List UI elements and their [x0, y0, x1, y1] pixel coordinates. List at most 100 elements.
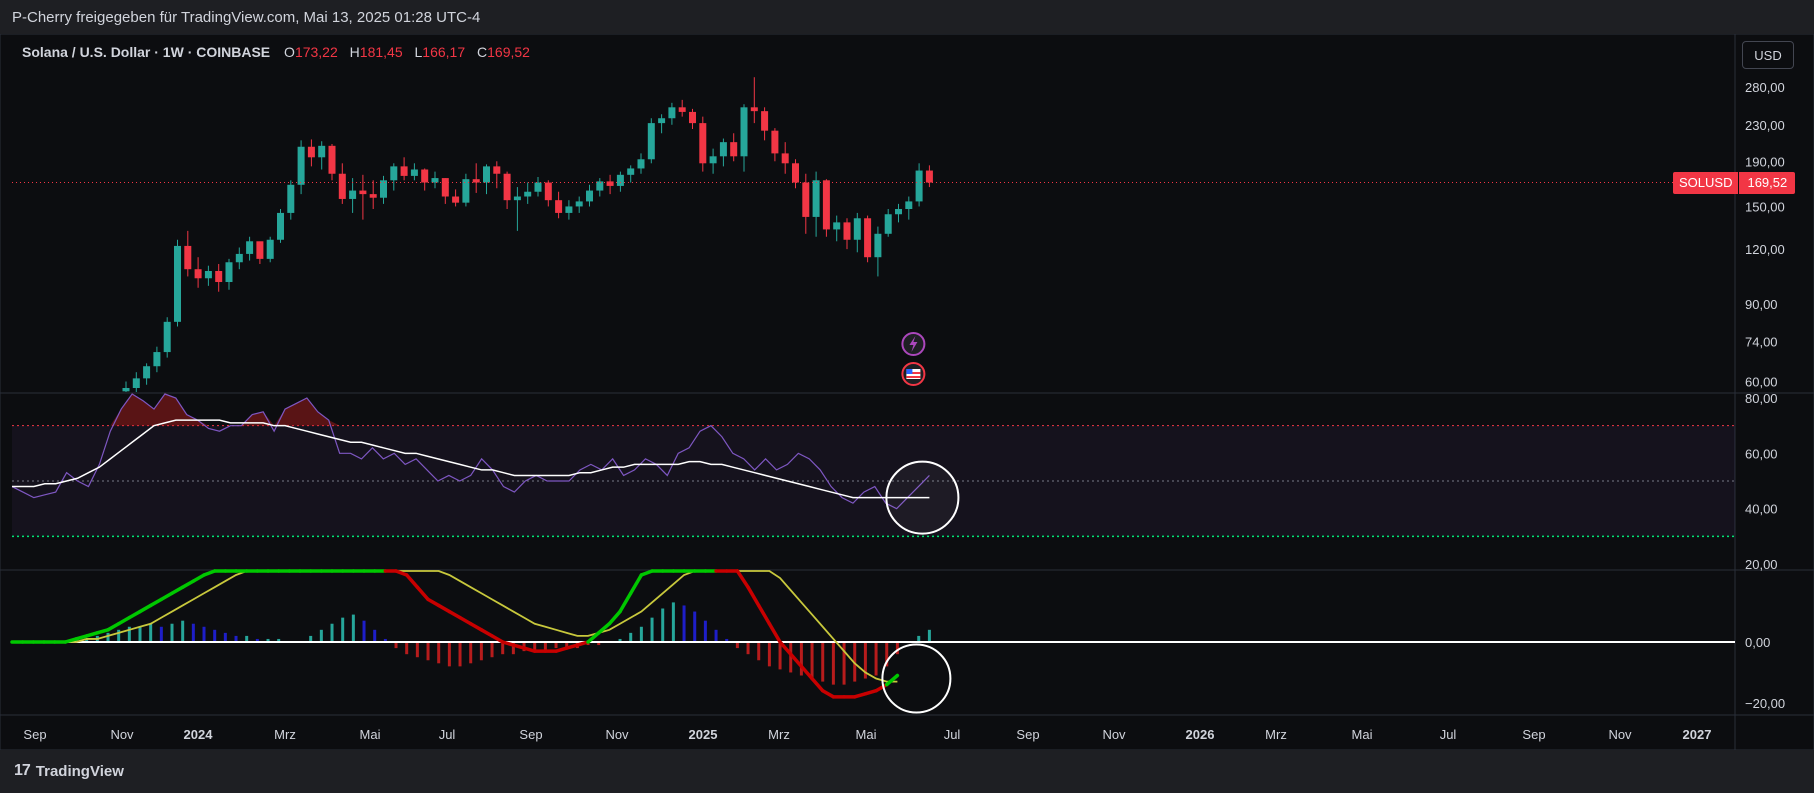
price-tag-symbol: SOLUSD — [1673, 171, 1739, 194]
macd-histogram-bar — [842, 642, 846, 685]
macd-histogram-bar — [682, 605, 686, 642]
macd-histogram-bar — [895, 642, 899, 655]
candle-body — [441, 178, 449, 197]
macd-histogram-bar — [767, 642, 771, 667]
macd-histogram-bar — [351, 614, 355, 642]
candle-body — [349, 190, 357, 199]
candle-body — [297, 146, 305, 185]
candle-body — [194, 269, 202, 279]
close-label: C — [477, 44, 488, 60]
macd-histogram-bar — [650, 617, 654, 642]
candle-body — [833, 222, 841, 230]
macd-histogram-bar — [810, 642, 814, 679]
macd-histogram-bar — [821, 642, 825, 682]
price-axis-tick: 190,00 — [1745, 154, 1785, 169]
candle-body — [689, 111, 696, 124]
time-axis-label: Nov — [1102, 727, 1126, 742]
rsi-axis-tick: 40,00 — [1745, 502, 1778, 517]
candle-body — [586, 190, 593, 202]
candle-body — [215, 270, 223, 283]
flag-icon-canton — [906, 369, 913, 374]
candle-body — [421, 169, 429, 183]
candle-body — [359, 190, 367, 195]
candle-body — [534, 182, 542, 192]
tradingview-brand-text: TradingView — [35, 762, 124, 780]
macd-histogram-bar — [159, 626, 163, 642]
candle-body — [544, 182, 552, 201]
candle-body — [400, 166, 408, 176]
currency-button[interactable]: USD — [1742, 41, 1794, 69]
macd-histogram-bar — [437, 642, 441, 664]
candle-body — [616, 174, 624, 186]
macd-histogram-bar — [831, 642, 835, 685]
macd-histogram-bar — [757, 642, 761, 661]
symbol-title[interactable]: Solana / U.S. Dollar · 1W · COINBASE — [22, 44, 270, 60]
candle-body — [719, 142, 727, 157]
time-axis-label: Nov — [110, 727, 134, 742]
macd-histogram-bar — [479, 642, 483, 661]
candle-body — [266, 239, 274, 259]
time-axis-label: 2025 — [689, 727, 718, 742]
tradingview-logo[interactable]: 17 TradingView — [14, 762, 124, 780]
macd-histogram-bar — [149, 623, 153, 642]
price-axis-tick: 230,00 — [1745, 118, 1785, 133]
time-axis-label: Sep — [23, 727, 46, 742]
macd-histogram-bar — [362, 620, 366, 642]
candle-body — [884, 214, 892, 234]
time-axis-label: 2027 — [1683, 727, 1712, 742]
macd-histogram-bar — [746, 642, 750, 655]
macd-axis-tick: 0,00 — [1745, 635, 1770, 650]
macd-histogram-bar — [671, 602, 675, 642]
candle-body — [647, 123, 655, 160]
price-tag-value: 169,52 — [1739, 171, 1796, 194]
macd-histogram-bar — [458, 642, 462, 667]
macd-histogram-bar — [703, 620, 707, 642]
candle-body — [256, 241, 264, 259]
candle-body — [925, 170, 933, 183]
macd-histogram-bar — [191, 623, 195, 642]
macd-histogram-bar — [927, 629, 931, 642]
macd-histogram-bar — [426, 642, 430, 661]
price-axis-tick: 120,00 — [1745, 242, 1785, 257]
macd-histogram-bar — [447, 642, 451, 667]
time-axis-label: Jul — [439, 727, 456, 742]
candle-body — [493, 166, 501, 174]
time-axis-label: Mrz — [1265, 727, 1287, 742]
candle-body — [318, 145, 326, 158]
candle-body — [277, 212, 284, 240]
open-value: 173,22 — [294, 44, 338, 60]
candle-body — [524, 191, 532, 197]
candle-body — [513, 196, 521, 201]
price-axis-tick: 90,00 — [1745, 297, 1778, 312]
macd-histogram-bar — [373, 629, 377, 642]
candle-body — [792, 163, 799, 183]
candle-body — [235, 253, 243, 263]
chart-area[interactable]: 280,00 230,00 190,00 150,00 120,00 90,00 74,00… — [0, 34, 1814, 750]
price-axis-tick: 74,00 — [1745, 334, 1778, 349]
time-axis-label: 2024 — [184, 727, 214, 742]
candle-body — [307, 146, 315, 158]
macd-histogram-bar — [778, 642, 782, 670]
macd-histogram-bar — [106, 632, 110, 642]
macd-histogram-bar — [874, 642, 878, 676]
footer-bar — [0, 750, 1814, 793]
macd-histogram-bar — [138, 626, 142, 642]
share-header-bar: P-Cherry freigegeben für TradingView.com… — [0, 0, 1814, 34]
macd-histogram-bar — [714, 629, 718, 642]
macd-histogram-bar — [213, 629, 217, 642]
lightning-event-icon — [901, 332, 926, 356]
candle-body — [472, 179, 480, 183]
candle-body — [781, 153, 789, 164]
candle-body — [771, 130, 779, 154]
macd-histogram-bar — [319, 629, 323, 642]
candle-body — [246, 241, 254, 254]
macd-histogram-bar — [415, 642, 419, 658]
candle-body — [812, 180, 820, 217]
candle-body — [750, 107, 758, 112]
candle-body — [204, 270, 212, 279]
candle-body — [184, 245, 192, 270]
candle-body — [122, 388, 130, 392]
close-value: 169,52 — [487, 44, 530, 60]
high-label: H — [349, 44, 360, 60]
time-axis-label: Jul — [1440, 727, 1457, 742]
